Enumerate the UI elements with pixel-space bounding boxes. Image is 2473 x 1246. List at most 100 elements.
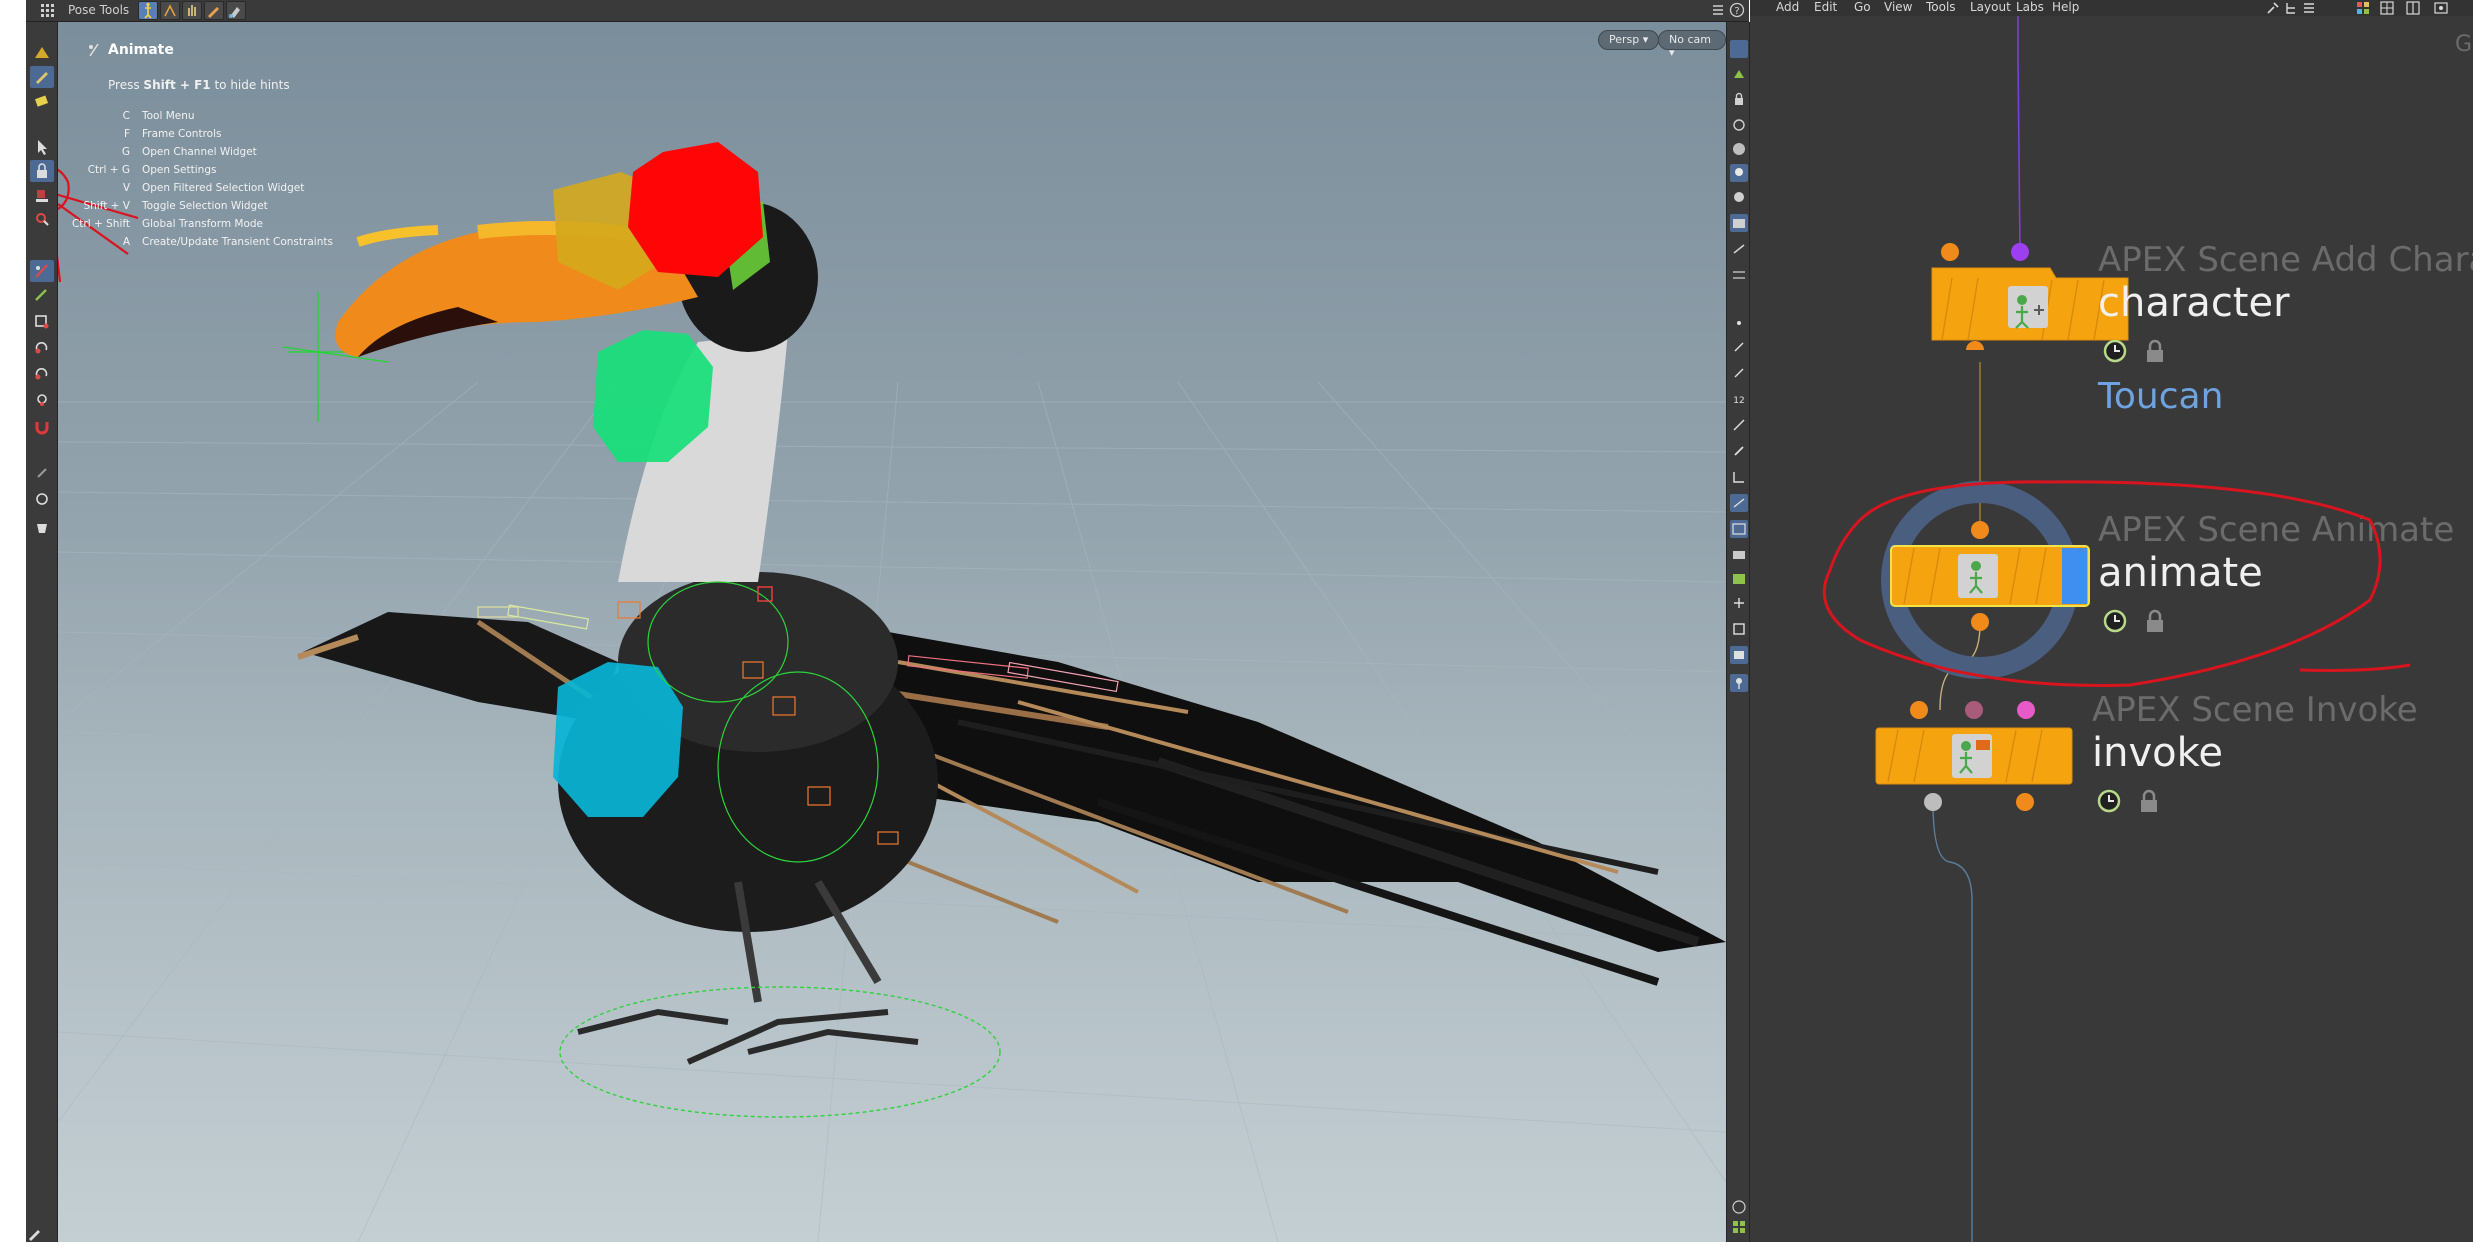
pencil-icon xyxy=(36,72,48,84)
xray-button[interactable] xyxy=(1730,116,1748,134)
arrow-pointer-icon xyxy=(38,140,47,155)
render-region-button[interactable] xyxy=(1730,620,1748,638)
camera-view-button[interactable] xyxy=(1730,214,1748,232)
view-tool-button[interactable] xyxy=(30,488,54,510)
display-geometry-button[interactable] xyxy=(1730,66,1748,84)
bone-tool-button[interactable] xyxy=(30,284,54,306)
handles-display-button[interactable] xyxy=(1730,594,1748,612)
dot-icon xyxy=(1737,321,1741,325)
hotkey-key: F xyxy=(123,128,130,140)
left-tool-shelf xyxy=(26,22,58,1242)
vector-display-button[interactable] xyxy=(1730,416,1748,434)
bone-display-icon xyxy=(1734,446,1744,456)
bone-icon xyxy=(35,289,47,301)
xray-icon xyxy=(1733,119,1745,131)
safe-area-button[interactable] xyxy=(1730,546,1748,564)
pose-tool-button[interactable] xyxy=(138,1,158,20)
handle-tool-button[interactable] xyxy=(182,1,202,20)
hotkey-key: Shift + V xyxy=(83,200,130,212)
sphere-icon xyxy=(1733,143,1745,155)
pose-figure-icon xyxy=(144,2,152,19)
transform-tool-button[interactable] xyxy=(30,310,54,332)
wire-icon xyxy=(1733,271,1745,279)
pencil-icon[interactable] xyxy=(26,1226,44,1242)
svg-text:12: 12 xyxy=(1733,396,1744,406)
lock-tool-button[interactable] xyxy=(30,160,54,182)
scene-viewport[interactable]: Animate Press Shift + F1 to hide hints C… xyxy=(58,22,1726,1242)
hotkey-label: Open Channel Widget xyxy=(142,146,257,158)
shading-button[interactable] xyxy=(1730,140,1748,158)
viewport-layout-button[interactable] xyxy=(1730,1218,1748,1236)
capture-tool-button[interactable] xyxy=(204,1,224,20)
point-display-button[interactable] xyxy=(1730,314,1748,332)
root-control-ring[interactable] xyxy=(559,986,1001,1118)
stamp-tool-button[interactable] xyxy=(30,184,54,206)
wire-button[interactable] xyxy=(1730,266,1748,284)
paint-tool-button[interactable] xyxy=(226,1,246,20)
hand-icon xyxy=(188,5,196,16)
scale-icon xyxy=(35,368,48,380)
rig-bones-icon xyxy=(164,4,176,17)
layout-grid-icon xyxy=(1733,1221,1745,1233)
background-image-button[interactable] xyxy=(1730,520,1748,538)
scale-tool-button[interactable] xyxy=(30,362,54,384)
display-toggle-button[interactable] xyxy=(1730,40,1748,58)
uv-icon xyxy=(1734,368,1744,378)
hotkey-key: V xyxy=(122,182,130,194)
animate-tool-button[interactable] xyxy=(30,260,54,282)
select-tool-button[interactable] xyxy=(30,136,54,158)
texture-icon xyxy=(1733,244,1745,254)
vector-icon xyxy=(1733,419,1745,431)
camera-icon xyxy=(1733,219,1745,228)
toucan-body[interactable] xyxy=(558,202,938,1003)
pin-view-button[interactable] xyxy=(1730,674,1748,692)
rotate-icon xyxy=(35,342,48,354)
render-preview-button[interactable] xyxy=(1730,646,1748,664)
texture-button[interactable] xyxy=(1730,240,1748,258)
toucan-feet[interactable] xyxy=(577,1008,919,1065)
pane-tab-grid-icon[interactable] xyxy=(40,3,56,19)
reference-plane-button[interactable] xyxy=(1730,494,1748,512)
pencil-tool-button[interactable] xyxy=(30,66,54,88)
rotate-tool-button[interactable] xyxy=(30,336,54,358)
annotation-ellipse xyxy=(1822,480,2411,687)
cup-icon xyxy=(37,524,47,533)
display-options-strip: 12 xyxy=(1726,22,1750,1242)
persp-view-menu[interactable]: Persp ▾ xyxy=(1598,30,1660,50)
viewport-options-icon[interactable] xyxy=(1711,2,1725,18)
ghost-button[interactable] xyxy=(1730,188,1748,206)
bone-display-button[interactable] xyxy=(1730,442,1748,460)
help-icon[interactable]: ? xyxy=(1729,2,1745,18)
hotkey-key: Ctrl + Shift xyxy=(71,218,130,230)
hotkey-label: Tool Menu xyxy=(142,110,195,122)
flipbook-button[interactable] xyxy=(1730,570,1748,588)
magnify-tool-button[interactable] xyxy=(30,208,54,230)
number-display-button[interactable]: 12 xyxy=(1730,390,1748,408)
rig-tool-button[interactable] xyxy=(160,1,180,20)
pivot-tool-button[interactable] xyxy=(30,388,54,410)
snap-tool-button[interactable] xyxy=(30,462,54,484)
magnet-tool-button[interactable] xyxy=(30,416,54,438)
camera-menu[interactable]: No cam ▾ xyxy=(1658,30,1726,59)
cup-tool-button[interactable] xyxy=(30,516,54,538)
hint-hide-instruction: Press Shift + F1 to hide hints xyxy=(108,78,290,92)
eraser-tool-button[interactable] xyxy=(30,90,54,112)
info-icon xyxy=(1732,1200,1746,1214)
cone-tool-button[interactable] xyxy=(30,42,54,64)
network-editor[interactable]: Add Edit Go View Tools Layout Labs Help … xyxy=(1750,0,2473,1242)
lock-camera-button[interactable] xyxy=(1730,90,1748,108)
handles-icon xyxy=(1734,598,1744,608)
info-button[interactable] xyxy=(1730,1198,1748,1216)
hint-press-text: Press xyxy=(108,78,140,92)
light-bulb-icon xyxy=(1735,168,1743,176)
construction-plane-button[interactable] xyxy=(1730,468,1748,486)
grid-plane-icon xyxy=(1733,498,1745,508)
snap-icon xyxy=(37,468,47,478)
uv-display-button[interactable] xyxy=(1730,364,1748,382)
normal-display-button[interactable] xyxy=(1730,338,1748,356)
scene-canvas[interactable] xyxy=(58,22,1726,1242)
lock-icon xyxy=(37,163,47,178)
hint-title: Animate xyxy=(108,42,174,58)
stamp-icon xyxy=(36,190,48,202)
lighting-button[interactable] xyxy=(1730,164,1748,182)
